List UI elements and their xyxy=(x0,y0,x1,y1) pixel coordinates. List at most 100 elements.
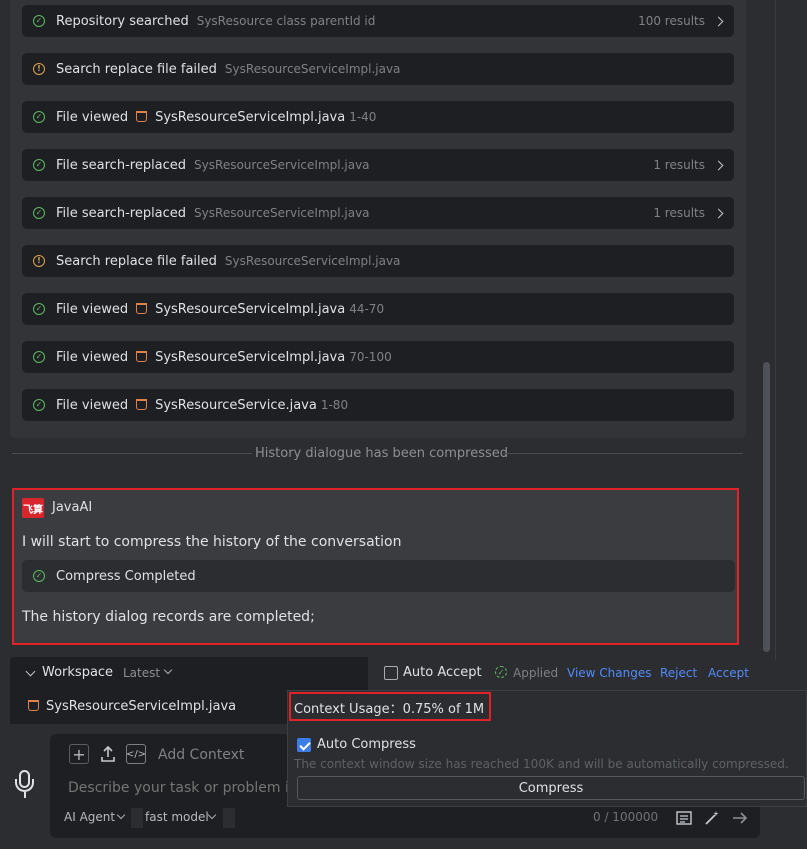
tool-call-detail: SysResource class parentId id xyxy=(196,14,376,28)
send-arrow-icon[interactable] xyxy=(730,808,750,828)
tool-call-row[interactable]: ✓ File viewed SysResourceServiceImpl.java 4… xyxy=(22,293,734,325)
add-context-button[interactable]: Add Context xyxy=(158,747,244,763)
tool-call-row[interactable]: ✓ File viewed SysResourceServiceImpl.java 7… xyxy=(22,341,734,373)
separator xyxy=(223,808,235,828)
warning-icon: ! xyxy=(33,255,45,267)
workspace-title[interactable]: Workspace xyxy=(42,665,113,680)
tool-call-title: Repository searched xyxy=(56,13,189,29)
tool-call-results: 100 results xyxy=(638,14,724,28)
magic-wand-icon[interactable] xyxy=(702,808,722,828)
tool-call-title: Search replace file failed xyxy=(56,253,217,269)
ai-message-card: 飞算 JavaAI I will start to compress the h… xyxy=(12,488,739,645)
tool-call-detail: SysResourceServiceImpl.java xyxy=(224,62,401,76)
tool-call-title: Search replace file failed xyxy=(56,61,217,77)
separator xyxy=(131,808,143,828)
tool-call-file[interactable]: SysResourceService.java xyxy=(155,398,317,413)
success-check-icon: ✓ xyxy=(33,570,45,582)
tool-call-row[interactable]: ✓ File viewed SysResourceServiceImpl.java 1… xyxy=(22,101,734,133)
agent-mode-select[interactable]: AI Agent xyxy=(64,810,115,824)
tool-call-detail: SysResourceServiceImpl.java xyxy=(194,158,370,172)
success-check-icon: ✓ xyxy=(33,207,45,219)
javaai-logo-icon: 飞算 xyxy=(22,498,44,518)
tool-call-detail: SysResourceServiceImpl.java xyxy=(194,206,370,220)
tool-call-range: 1-80 xyxy=(320,398,349,412)
view-changes-link[interactable]: View Changes xyxy=(567,666,652,680)
success-check-icon: ✓ xyxy=(33,303,45,315)
tool-call-row[interactable]: ✓ File search-replaced SysResourceServiceI… xyxy=(22,149,734,181)
tool-call-title: File viewed xyxy=(56,301,129,317)
reject-link[interactable]: Reject xyxy=(660,666,697,680)
auto-accept-checkbox[interactable] xyxy=(384,666,398,680)
panel-edge xyxy=(775,0,776,660)
tool-call-title: File search-replaced xyxy=(56,205,187,221)
tool-call-file[interactable]: SysResourceServiceImpl.java xyxy=(155,302,345,317)
tool-call-title: File viewed xyxy=(56,397,129,413)
upload-icon[interactable] xyxy=(98,744,118,764)
tool-call-row[interactable]: ! Search replace file failed SysResourceSe… xyxy=(22,245,734,277)
workspace-file-name: SysResourceServiceImpl.java xyxy=(46,699,237,714)
tool-call-title: File viewed xyxy=(56,109,129,125)
chevron-right-icon[interactable] xyxy=(713,16,724,26)
context-usage-icon[interactable] xyxy=(674,808,694,828)
version-chevron-icon[interactable] xyxy=(163,665,173,675)
compress-button[interactable]: Compress xyxy=(297,776,805,800)
code-snippet-icon[interactable]: </> xyxy=(126,744,146,764)
workspace-file-row[interactable]: SysResourceServiceImpl.java xyxy=(10,690,288,724)
chevron-down-icon[interactable] xyxy=(25,666,36,677)
applied-icon: ✓ xyxy=(495,666,507,678)
context-usage-popup: Context Usage：0.75% of 1M Auto Compress … xyxy=(287,690,807,807)
compress-step-label: Compress Completed xyxy=(56,568,196,584)
message-result: The history dialog records are completed… xyxy=(22,609,315,625)
chevron-right-icon[interactable] xyxy=(713,160,724,170)
results-count: 100 results xyxy=(638,14,705,28)
tool-call-range: 1-40 xyxy=(349,110,377,124)
scrollbar-thumb[interactable] xyxy=(763,362,770,652)
tool-call-detail: SysResourceServiceImpl.java xyxy=(224,254,401,268)
tool-call-row[interactable]: ✓ File viewed SysResourceService.java 1-80 xyxy=(22,389,734,421)
tool-call-title: File search-replaced xyxy=(56,157,187,173)
results-count: 1 results xyxy=(653,158,705,172)
success-check-icon: ✓ xyxy=(33,351,45,363)
char-counter: 0 / 100000 xyxy=(593,810,659,824)
java-file-icon xyxy=(136,351,149,363)
workspace-actions: Auto Accept ✓ Applied View Changes Rejec… xyxy=(368,657,760,690)
success-check-icon: ✓ xyxy=(33,399,45,411)
success-check-icon: ✓ xyxy=(33,111,45,123)
task-input[interactable] xyxy=(68,780,288,796)
tool-call-row[interactable]: ! Search replace file failed SysResourceSe… xyxy=(22,53,734,85)
tool-call-row[interactable]: ✓ Repository searched SysResource class pa… xyxy=(22,5,734,37)
message-intro: I will start to compress the history of … xyxy=(22,534,402,550)
tool-call-file[interactable]: SysResourceServiceImpl.java xyxy=(155,350,345,365)
auto-compress-label: Auto Compress xyxy=(317,737,416,752)
divider-right xyxy=(503,453,743,454)
java-file-icon xyxy=(136,303,149,315)
java-file-icon xyxy=(28,700,41,712)
divider-left xyxy=(12,453,252,454)
tool-call-range: 70-100 xyxy=(349,350,392,364)
warning-icon: ! xyxy=(33,63,45,75)
add-icon[interactable]: + xyxy=(69,744,89,764)
compress-button-label: Compress xyxy=(518,780,584,796)
results-count: 1 results xyxy=(653,206,705,220)
model-chevron-icon[interactable] xyxy=(207,810,217,820)
tool-call-title: File viewed xyxy=(56,349,129,365)
tool-call-row[interactable]: ✓ File search-replaced SysResourceServiceI… xyxy=(22,197,734,229)
tool-call-file[interactable]: SysResourceServiceImpl.java xyxy=(155,110,345,125)
auto-compress-checkbox[interactable] xyxy=(297,738,311,752)
mode-chevron-icon[interactable] xyxy=(116,810,126,820)
java-file-icon xyxy=(136,111,149,123)
workspace-bar: Workspace Latest Auto Accept ✓ Applied V… xyxy=(10,657,760,690)
workspace-version[interactable]: Latest xyxy=(123,666,160,680)
applied-label: Applied xyxy=(513,666,559,680)
accept-link[interactable]: Accept xyxy=(708,666,749,680)
avatar-text: 飞算 xyxy=(23,504,43,516)
chevron-right-icon[interactable] xyxy=(713,208,724,218)
tool-call-results: 1 results xyxy=(653,158,724,172)
tool-call-results: 1 results xyxy=(653,206,724,220)
auto-accept-label: Auto Accept xyxy=(403,665,482,680)
model-select[interactable]: fast model xyxy=(145,810,209,824)
context-usage-label: Context Usage：0.75% of 1M xyxy=(294,702,485,717)
compress-step-row[interactable]: ✓ Compress Completed xyxy=(22,560,735,592)
tool-call-range: 44-70 xyxy=(349,302,385,316)
microphone-icon[interactable] xyxy=(14,770,36,802)
